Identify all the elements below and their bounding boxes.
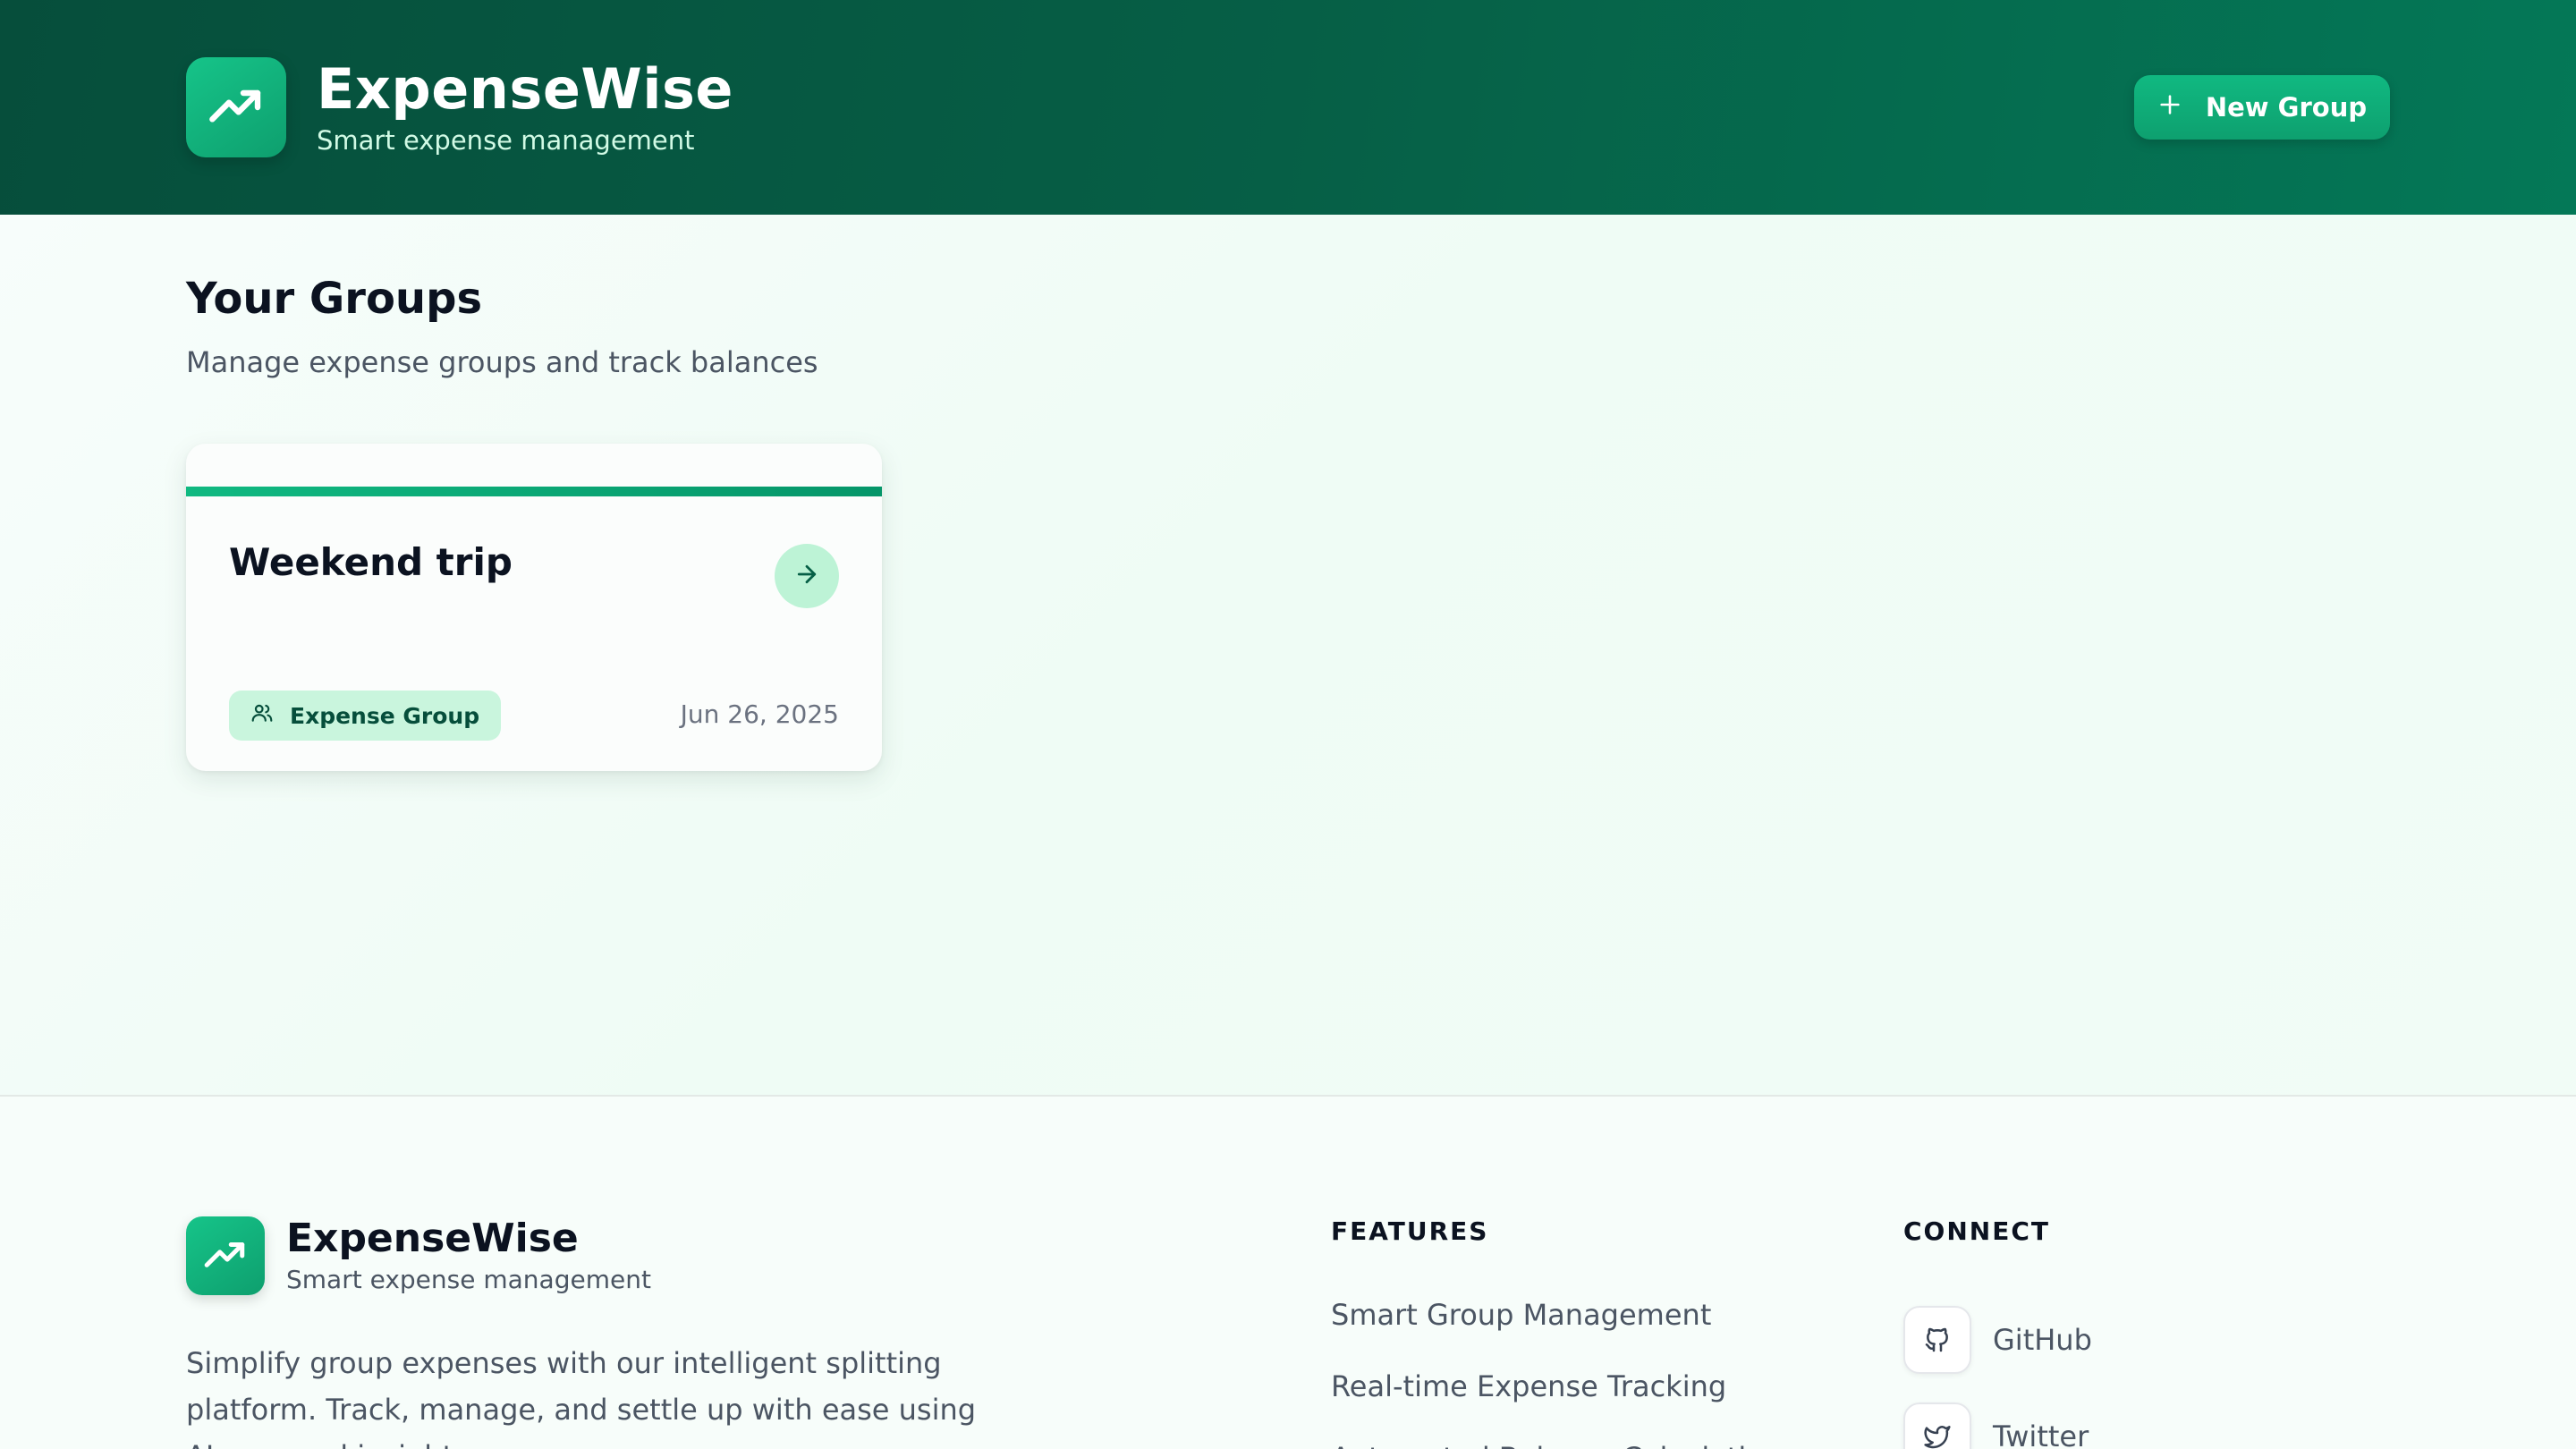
footer-description: Simplify group expenses with our intelli… [186, 1346, 977, 1449]
features-list: Smart Group Management Real-time Expense… [1331, 1293, 1782, 1449]
github-link[interactable]: GitHub [1903, 1292, 2092, 1388]
app-tagline: Smart expense management [317, 125, 695, 157]
features-heading: FEATURES [1331, 1216, 1489, 1246]
group-card[interactable]: Weekend trip Expense Group Jun 26, 2025 [186, 444, 882, 771]
footer-brand: ExpenseWise Smart expense management [186, 1216, 651, 1295]
app-title: ExpenseWise [317, 55, 733, 122]
page-title: Your Groups [186, 274, 483, 324]
page-subtitle: Manage expense groups and track balances [186, 345, 818, 379]
group-date: Jun 26, 2025 [680, 699, 839, 729]
group-type-badge: Expense Group [229, 691, 502, 741]
footer-app-title: ExpenseWise [286, 1216, 579, 1262]
github-label: GitHub [1993, 1323, 2092, 1357]
new-group-label: New Group [2205, 92, 2368, 123]
twitter-label: Twitter [1993, 1419, 2089, 1449]
arrow-right-icon [793, 561, 820, 591]
open-group-button[interactable] [775, 544, 839, 608]
connect-links: GitHub Twitter [1903, 1292, 2092, 1449]
twitter-icon [1903, 1402, 1971, 1449]
app-header: ExpenseWise Smart expense management New… [0, 0, 2576, 215]
app-footer: ExpenseWise Smart expense management Sim… [0, 1095, 2576, 1449]
users-icon [250, 701, 274, 730]
group-name: Weekend trip [229, 540, 513, 584]
trending-up-icon [186, 1216, 265, 1295]
card-accent-bar [186, 487, 882, 496]
trending-up-icon [186, 57, 286, 157]
feature-item[interactable]: Automated Balance Calculation [1331, 1436, 1782, 1449]
github-icon [1903, 1306, 1971, 1374]
main-content: Your Groups Manage expense groups and tr… [0, 215, 2576, 1095]
twitter-link[interactable]: Twitter [1903, 1388, 2092, 1449]
feature-item[interactable]: Smart Group Management [1331, 1293, 1782, 1365]
feature-item[interactable]: Real-time Expense Tracking [1331, 1365, 1782, 1436]
plus-icon [2157, 92, 2182, 123]
new-group-button[interactable]: New Group [2134, 75, 2390, 140]
group-type-label: Expense Group [290, 702, 480, 729]
header-brand[interactable]: ExpenseWise Smart expense management [186, 57, 733, 157]
page: ExpenseWise Smart expense management New… [0, 0, 2576, 1449]
footer-tagline: Smart expense management [286, 1264, 651, 1294]
connect-heading: CONNECT [1903, 1216, 2050, 1246]
